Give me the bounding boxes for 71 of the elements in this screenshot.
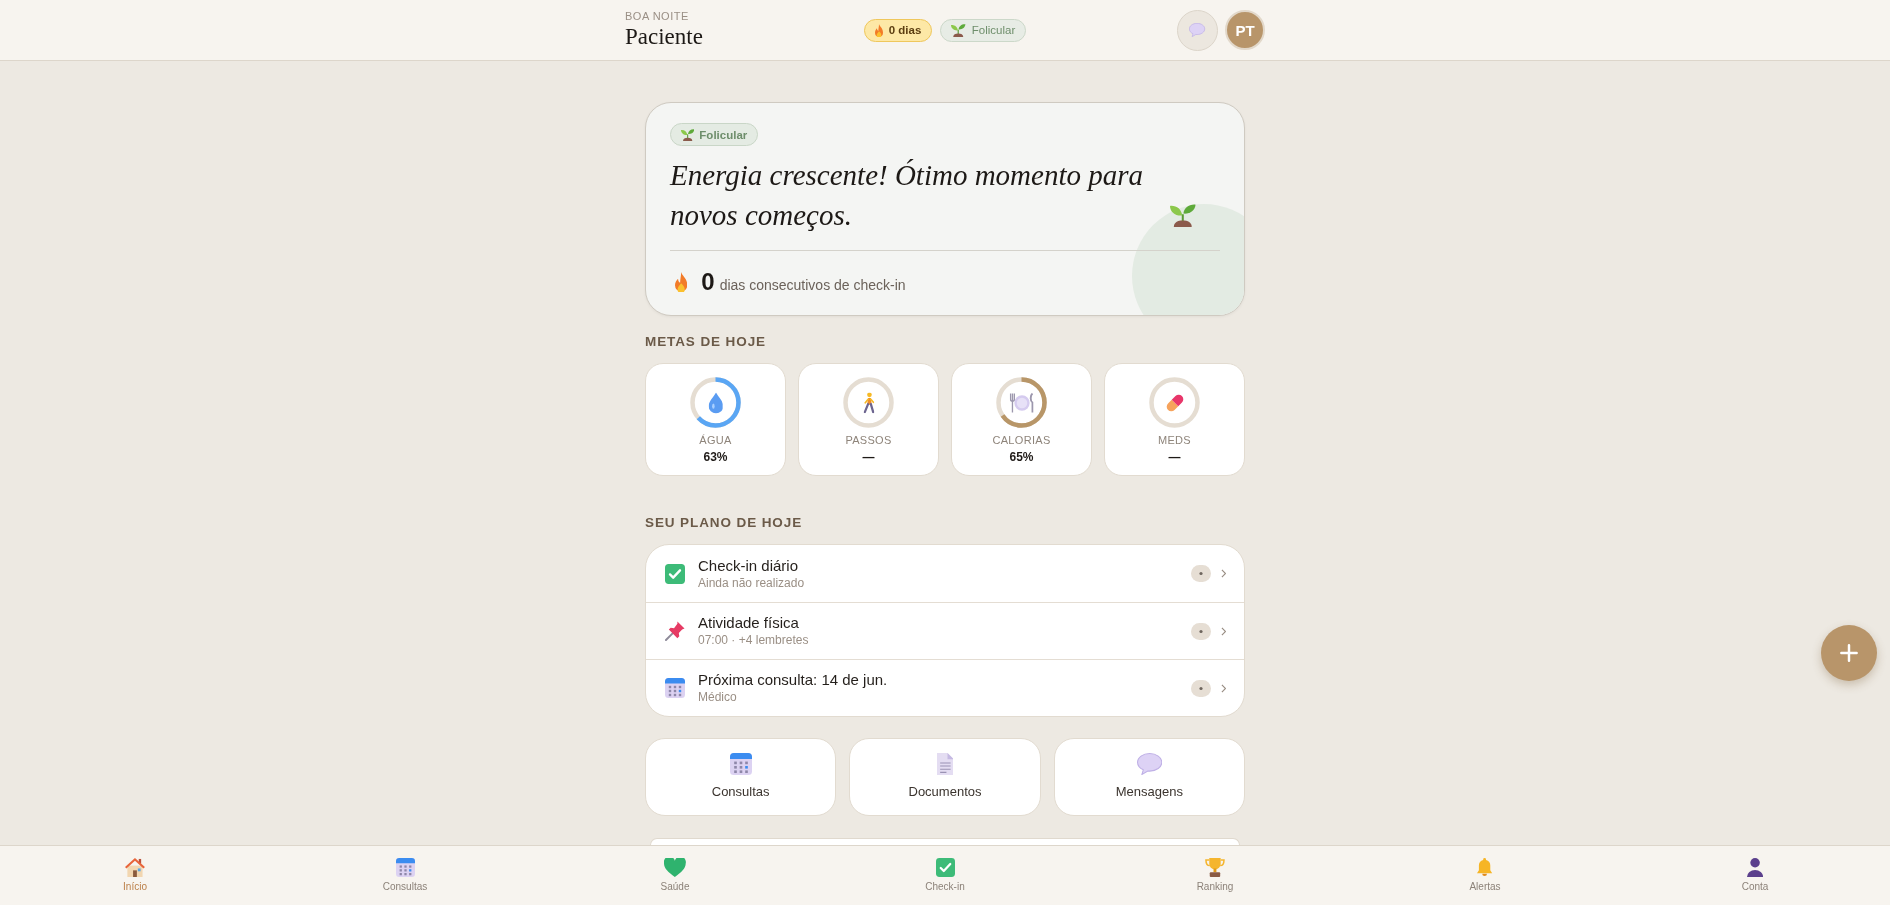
checkbox-icon: [665, 563, 685, 584]
plan-title: Atividade física: [698, 614, 799, 632]
shortcut-button[interactable]: Documentos: [849, 738, 1041, 816]
chevron-right-icon: [1220, 626, 1226, 636]
trophy-icon: [1205, 858, 1225, 877]
goal-value: 63%: [703, 450, 728, 464]
nav-item[interactable]: Conta: [1741, 858, 1769, 893]
water-drop-icon: [708, 392, 723, 413]
goal-value: —: [1168, 450, 1181, 464]
person-icon: [1746, 858, 1764, 877]
streak-label: 0 dias: [888, 24, 922, 36]
nav-item[interactable]: Alertas: [1469, 858, 1501, 893]
speech-bubble-icon: [1136, 753, 1162, 775]
plan-title: Check-in diário: [698, 556, 799, 575]
streak-count: 0: [701, 267, 715, 297]
document-icon: [936, 753, 954, 775]
streak-text: dias consecutivos de check-in: [719, 277, 906, 293]
pill-icon: [1164, 392, 1185, 413]
pushpin-icon: [665, 621, 685, 641]
plan-subtitle: Médico: [698, 690, 737, 705]
headline: Energia crescente! Ótimo momento para novos começos.: [670, 158, 1145, 233]
chevron-right-icon: [1220, 569, 1226, 578]
user-name: Paciente: [625, 24, 703, 50]
fire-icon: [874, 23, 883, 37]
seedling-icon: [681, 128, 695, 141]
seedling-icon: [951, 23, 966, 37]
avatar[interactable]: PT: [1225, 10, 1265, 50]
goal-label: PASSOS: [845, 434, 892, 447]
goal-label: ÁGUA: [699, 434, 732, 447]
house-icon: [125, 858, 145, 877]
fire-icon: [675, 272, 688, 292]
plus-icon: [1840, 644, 1858, 662]
phase-label: Folicular: [699, 128, 748, 141]
goal-value: —: [862, 450, 875, 464]
seedling-icon: [1170, 204, 1196, 227]
calendar-icon: [395, 858, 415, 877]
bell-icon: [1477, 858, 1493, 877]
plate-cutlery-icon: [1009, 392, 1034, 413]
messages-button[interactable]: [1177, 9, 1218, 51]
checkbox-icon: [935, 858, 955, 877]
dot-indicator-icon: [1190, 565, 1211, 582]
plan-subtitle: Ainda não realizado: [698, 575, 805, 591]
walking-person-icon: [862, 392, 875, 413]
shortcut-button[interactable]: Consultas: [645, 738, 837, 816]
chevron-right-icon: [1220, 683, 1226, 693]
section-title: SEU PLANO DE HOJE: [645, 514, 803, 532]
plan-row[interactable]: Check-in diário Ainda não realizado: [646, 545, 1244, 602]
nav-item[interactable]: Check-in: [925, 858, 965, 893]
dot-indicator-icon: [1190, 679, 1211, 697]
plan-title: Próxima consulta: 14 de jun.: [698, 671, 888, 689]
goal-value: 65%: [1009, 450, 1034, 464]
section-title: METAS DE HOJE: [645, 333, 766, 351]
calendar-icon: [729, 753, 752, 775]
calendar-icon: [665, 678, 685, 698]
nav-item[interactable]: Consultas: [382, 858, 428, 893]
add-button[interactable]: [1821, 625, 1877, 681]
greeting: BOA NOITE: [625, 10, 689, 23]
dot-indicator-icon: [1190, 622, 1211, 640]
progress-ring: [843, 377, 894, 428]
shortcut-button[interactable]: Mensagens: [1053, 738, 1245, 816]
plan-row[interactable]: Atividade física 07:00 · +4 lembretes: [646, 602, 1244, 659]
plan-row[interactable]: Próxima consulta: 14 de jun. Médico: [646, 659, 1244, 716]
nav-item[interactable]: Saúde: [660, 858, 690, 893]
goal-label: MEDS: [1158, 434, 1191, 447]
phase-label: Folicular: [971, 24, 1016, 36]
plan-subtitle: 07:00 · +4 lembretes: [698, 633, 809, 648]
nav-item[interactable]: Ranking: [1196, 858, 1234, 893]
goal-label: CALORIAS: [992, 434, 1051, 447]
heart-icon: [664, 858, 686, 877]
nav-item[interactable]: Início: [123, 858, 147, 893]
speech-bubble-icon: [1189, 23, 1206, 37]
